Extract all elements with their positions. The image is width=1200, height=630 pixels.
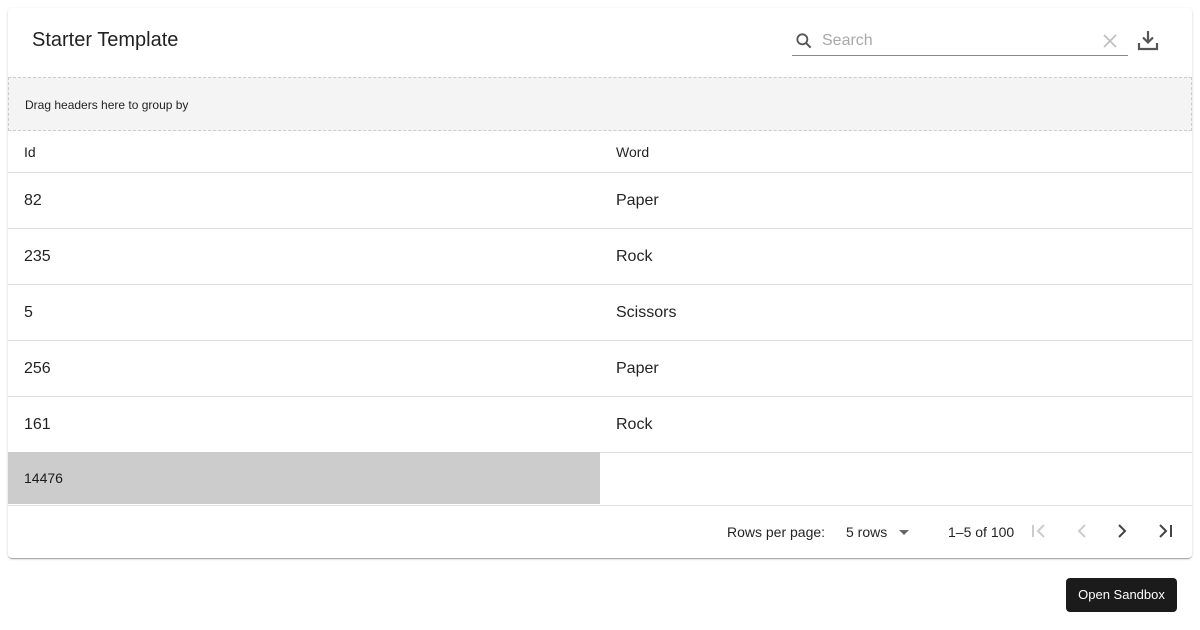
pagination: Rows per page: 5 rows 1–5 of 100 (8, 505, 1192, 558)
page-range: 1–5 of 100 (948, 524, 1015, 540)
previous-page-icon[interactable] (1072, 521, 1092, 541)
clear-icon[interactable] (1102, 33, 1118, 49)
last-page-icon[interactable] (1156, 521, 1176, 541)
cell-id: 235 (24, 247, 51, 265)
table-row[interactable]: 161 Rock (8, 397, 1192, 453)
table-row[interactable]: 82 Paper (8, 173, 1192, 229)
open-sandbox-button[interactable]: Open Sandbox (1066, 578, 1177, 612)
column-header-id[interactable]: Id (8, 144, 36, 160)
cell-word: Scissors (616, 303, 677, 321)
dropdown-arrow-icon[interactable] (899, 530, 909, 535)
table-row[interactable]: 235 Rock (8, 229, 1192, 285)
cell-id: 161 (24, 415, 51, 433)
table-row[interactable]: 5 Scissors (8, 285, 1192, 341)
rows-per-page-label: Rows per page: (727, 524, 826, 540)
search-field[interactable]: Search (792, 26, 1128, 56)
group-by-dropzone[interactable]: Drag headers here to group by (8, 77, 1192, 131)
search-input[interactable]: Search (822, 32, 1100, 50)
cell-word: Rock (616, 247, 653, 265)
table-header: Id Word (8, 131, 1192, 173)
cell-word: Paper (616, 359, 659, 377)
cell-id: 5 (24, 303, 33, 321)
cell-word: Paper (616, 191, 659, 209)
aggregate-cell: 14476 (8, 452, 600, 504)
page-title: Starter Template (32, 29, 179, 51)
first-page-icon[interactable] (1029, 521, 1049, 541)
cell-word: Rock (616, 415, 653, 433)
data-table-card: Starter Template Search Drag headers her… (8, 8, 1192, 558)
download-icon[interactable] (1136, 28, 1160, 52)
cell-id: 82 (24, 191, 42, 209)
search-icon (796, 32, 812, 48)
toolbar: Starter Template Search (8, 8, 1192, 77)
rows-per-page-select[interactable]: 5 rows (846, 524, 887, 540)
cell-id: 256 (24, 359, 51, 377)
table-row[interactable]: 256 Paper (8, 341, 1192, 397)
column-header-word[interactable]: Word (600, 144, 649, 160)
next-page-icon[interactable] (1112, 521, 1132, 541)
